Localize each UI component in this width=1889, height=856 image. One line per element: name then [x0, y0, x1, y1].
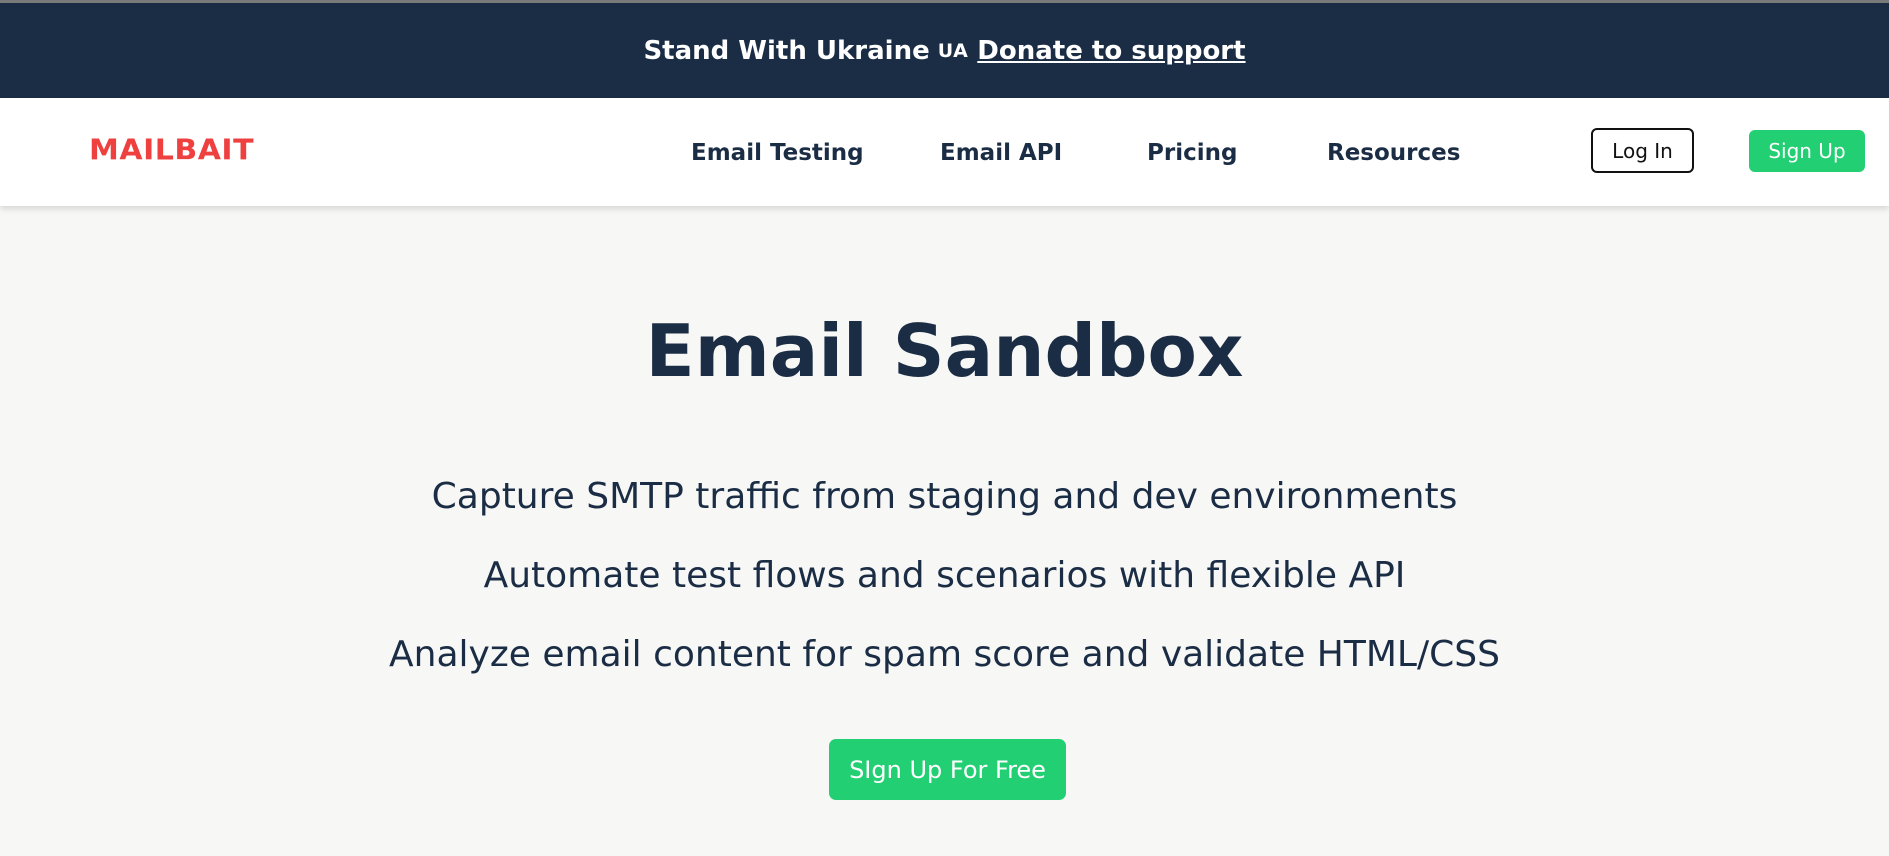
donate-link[interactable]: Donate to support — [977, 36, 1245, 66]
feature-automate-tests: Automate test flows and scenarios with f… — [483, 555, 1406, 596]
nav-email-api[interactable]: Email API — [940, 140, 1062, 166]
page-title: Email Sandbox — [645, 309, 1244, 393]
login-button[interactable]: Log In — [1591, 128, 1694, 173]
signup-button[interactable]: Sign Up — [1749, 130, 1865, 172]
ukraine-flag-icon: UA — [937, 39, 969, 62]
feature-analyze-content: Analyze email content for spam score and… — [389, 634, 1500, 675]
nav-email-testing[interactable]: Email Testing — [691, 140, 864, 166]
feature-capture-smtp: Capture SMTP traffic from staging and de… — [431, 476, 1458, 517]
nav-resources[interactable]: Resources — [1327, 140, 1460, 166]
nav-pricing[interactable]: Pricing — [1147, 140, 1237, 166]
mailbait-logo[interactable]: MAILBAIT — [89, 134, 254, 167]
signup-free-button[interactable]: SIgn Up For Free — [829, 739, 1066, 800]
banner-text: Stand With Ukraine — [643, 35, 930, 66]
site-header: MAILBAIT Email Testing Email API Pricing… — [0, 98, 1889, 206]
support-banner: Stand With Ukraine UA Donate to support — [0, 3, 1889, 98]
